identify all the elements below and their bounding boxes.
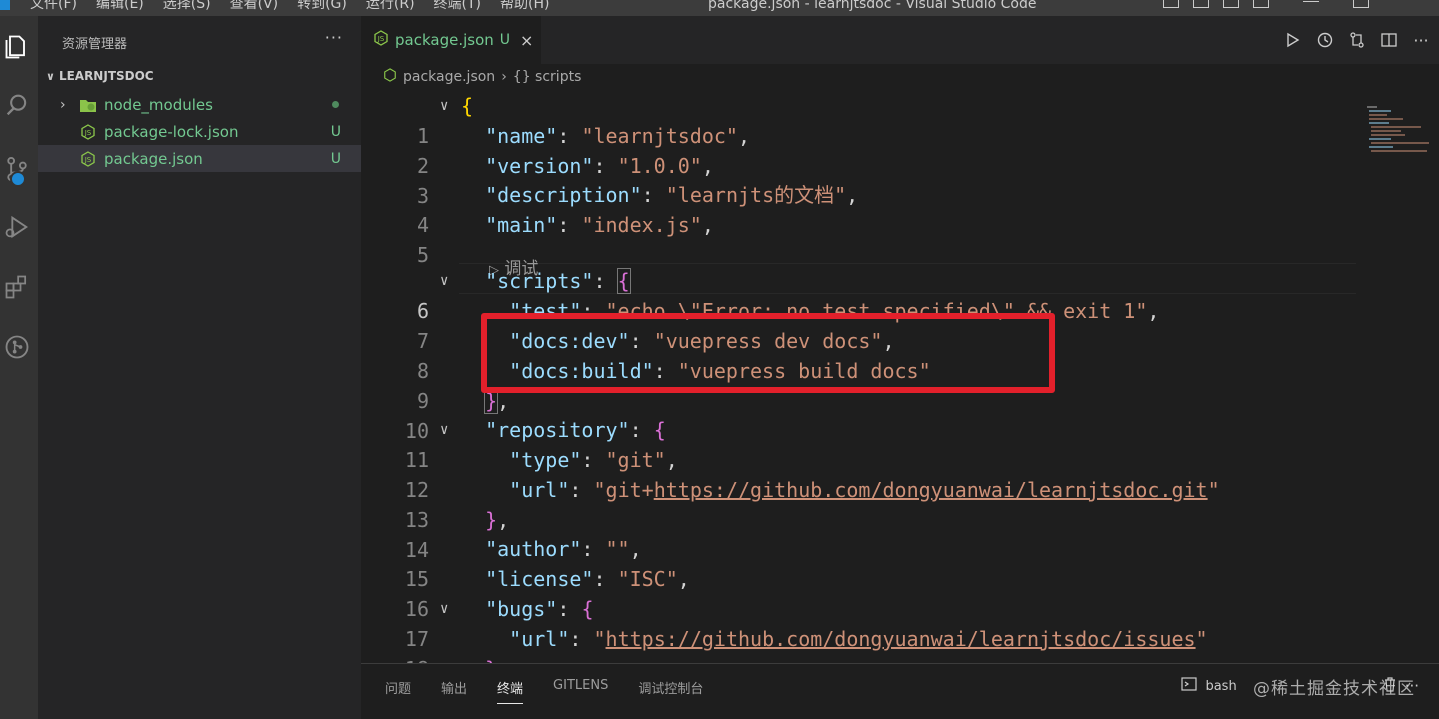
- code-line: 1 ∨ {: [361, 91, 1361, 148]
- chevron-down-icon: ∨: [46, 69, 55, 83]
- chevron-right-icon: ›: [60, 96, 66, 113]
- terminal-name[interactable]: bash: [1205, 679, 1236, 694]
- maximize-icon[interactable]: [1353, 0, 1369, 8]
- tree-item-node-modules[interactable]: › node_modules: [38, 91, 361, 118]
- menu-file[interactable]: 文件(F): [30, 0, 77, 14]
- workspace-folder-name: LEARNJTSDOC: [58, 69, 154, 83]
- annotation-highlight-box: [481, 313, 1055, 393]
- untracked-badge: U: [499, 32, 511, 48]
- tree-item-label: package.json: [104, 149, 203, 168]
- tree-item-label: node_modules: [104, 95, 213, 114]
- tab-gitlens[interactable]: GITLENS: [553, 678, 608, 704]
- modified-dot-icon: [332, 101, 339, 108]
- tab-label: package.json: [395, 31, 494, 49]
- activity-bar: [0, 16, 38, 719]
- menu-run[interactable]: 运行(R): [366, 0, 415, 14]
- terminal-icon: [1181, 676, 1198, 696]
- minimap[interactable]: [1365, 104, 1429, 154]
- timeline-badge-icon: [10, 171, 26, 187]
- breadcrumb-file[interactable]: package.json: [403, 69, 495, 85]
- minimize-icon[interactable]: [1303, 0, 1319, 2]
- close-window-icon[interactable]: [1403, 0, 1419, 8]
- tab-package-json[interactable]: JS package.json U ×: [361, 16, 541, 64]
- code-line: 4 "description": "learnjts的文档",: [361, 180, 1361, 237]
- more-actions-icon[interactable]: ···: [325, 28, 343, 47]
- git-graph-icon[interactable]: [0, 324, 34, 370]
- editor-actions: ···: [1283, 30, 1431, 50]
- breadcrumb-separator: ›: [501, 69, 507, 85]
- nodejs-file-icon: JS: [373, 30, 389, 50]
- sidebar-title: 资源管理器: [62, 37, 128, 52]
- nodejs-file-icon: [383, 68, 397, 86]
- title-bar: 文件(F) 编辑(E) 选择(S) 查看(V) 转到(G) 运行(R) 终端(T…: [0, 0, 1439, 16]
- untracked-badge: U: [330, 123, 341, 140]
- tab-problems[interactable]: 问题: [385, 678, 411, 704]
- editor-tab-bar: JS package.json U × ···: [361, 16, 1439, 64]
- repository-link[interactable]: https://github.com/dongyuanwai/learnjtsd…: [654, 478, 1208, 502]
- explorer-sidebar: 资源管理器 ··· ∨ LEARNJTSDOC › node_modules J…: [38, 16, 361, 719]
- run-icon[interactable]: [1283, 30, 1303, 50]
- fold-chevron-icon[interactable]: ∨: [440, 266, 448, 296]
- code-line: 12 "type": "git",: [361, 445, 1361, 502]
- code-line: 15 "author": "",: [361, 534, 1361, 591]
- code-line: 2 "name": "learnjtsdoc",: [361, 121, 1361, 178]
- code-line: 5 "main": "index.js",: [361, 210, 1361, 267]
- workspace-folder-header[interactable]: ∨ LEARNJTSDOC: [46, 69, 154, 83]
- window-title: package.json - learnjtsdoc - Visual Stud…: [708, 0, 1037, 12]
- svg-text:JS: JS: [84, 129, 92, 137]
- panel-tabs: 问题 输出 终端 GITLENS 调试控制台: [385, 678, 703, 704]
- run-debug-icon[interactable]: [0, 204, 34, 250]
- svg-text:JS: JS: [84, 156, 92, 164]
- tab-debug-console[interactable]: 调试控制台: [638, 678, 703, 704]
- extensions-icon[interactable]: [0, 264, 34, 310]
- menu-view[interactable]: 查看(V): [230, 0, 279, 14]
- code-line: 6 ∨ "scripts": {: [361, 266, 1361, 323]
- menu-bar: 文件(F) 编辑(E) 选择(S) 查看(V) 转到(G) 运行(R) 终端(T…: [0, 0, 568, 14]
- svg-text:JS: JS: [377, 35, 385, 43]
- customize-layout-icon[interactable]: [1253, 0, 1269, 8]
- toggle-secondary-sidebar-icon[interactable]: [1223, 0, 1239, 8]
- menu-go[interactable]: 转到(G): [297, 0, 347, 14]
- menu-edit[interactable]: 编辑(E): [96, 0, 144, 14]
- close-tab-icon[interactable]: ×: [520, 31, 533, 50]
- code-line: 3 "version": "1.0.0",: [361, 151, 1361, 208]
- fold-chevron-icon[interactable]: ∨: [440, 594, 448, 624]
- tree-item-package-json[interactable]: JS package.json U: [38, 145, 361, 172]
- breadcrumb-symbol[interactable]: {} scripts: [513, 69, 582, 85]
- nodejs-file-icon: JS: [78, 123, 98, 141]
- tab-terminal[interactable]: 终端: [497, 678, 524, 704]
- more-actions-icon[interactable]: ···: [1411, 30, 1431, 50]
- tab-output[interactable]: 输出: [441, 678, 467, 704]
- watermark: @稀土掘金技术社区: [1253, 679, 1415, 699]
- code-line: 19 }: [361, 654, 1361, 663]
- search-icon[interactable]: [0, 82, 34, 128]
- code-line: 11 ∨ "repository": {: [361, 415, 1361, 472]
- breadcrumb: package.json › {} scripts: [383, 68, 581, 86]
- menu-terminal[interactable]: 终端(T): [434, 0, 481, 14]
- folder-node-icon: [78, 96, 98, 114]
- code-line: 14 },: [361, 505, 1361, 562]
- code-line: 13 "url": "git+https://github.com/dongyu…: [361, 475, 1361, 532]
- issues-link[interactable]: https://github.com/dongyuanwai/learnjtsd…: [606, 627, 1196, 651]
- fold-chevron-icon[interactable]: ∨: [440, 415, 448, 445]
- code-line: 17 ∨ "bugs": {: [361, 594, 1361, 651]
- toggle-sidebar-icon[interactable]: [1163, 0, 1179, 8]
- toggle-panel-icon[interactable]: [1193, 0, 1209, 8]
- menu-help[interactable]: 帮助(H): [500, 0, 549, 14]
- history-icon[interactable]: [1315, 30, 1335, 50]
- tree-item-label: package-lock.json: [104, 122, 239, 141]
- fold-chevron-icon[interactable]: ∨: [440, 91, 448, 121]
- nodejs-file-icon: JS: [78, 150, 98, 168]
- menu-selection[interactable]: 选择(S): [163, 0, 211, 14]
- explorer-icon[interactable]: [0, 24, 34, 70]
- split-editor-icon[interactable]: [1379, 30, 1399, 50]
- compare-changes-icon[interactable]: [1347, 30, 1367, 50]
- window-controls: [1163, 0, 1419, 8]
- code-line: 18 "url": "https://github.com/dongyuanwa…: [361, 624, 1361, 663]
- untracked-badge: U: [330, 150, 341, 167]
- tree-item-package-lock-json[interactable]: JS package-lock.json U: [38, 118, 361, 145]
- code-line: 16 "license": "ISC",: [361, 564, 1361, 621]
